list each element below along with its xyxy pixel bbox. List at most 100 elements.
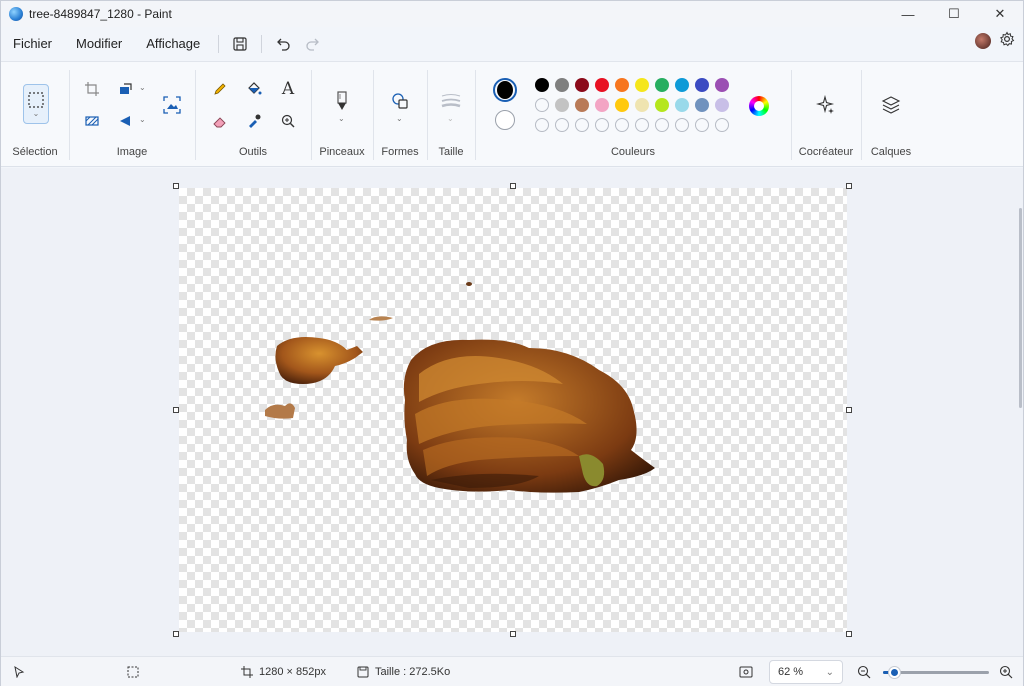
fill-bucket-icon[interactable] — [241, 76, 267, 102]
resize-handle[interactable] — [510, 631, 516, 637]
group-label-pinceaux: Pinceaux — [319, 146, 365, 158]
color-swatch[interactable] — [535, 78, 549, 92]
brush-icon[interactable] — [329, 88, 355, 114]
layers-icon[interactable] — [878, 92, 904, 118]
magnifier-icon[interactable] — [275, 108, 301, 134]
vertical-scrollbar[interactable] — [1019, 208, 1022, 408]
fit-to-window-icon[interactable] — [739, 657, 753, 686]
group-label-outils: Outils — [238, 146, 268, 158]
color-swatch[interactable] — [555, 98, 569, 112]
group-pinceaux[interactable]: ⌄ Pinceaux — [311, 62, 373, 168]
cursor-position-icon — [13, 657, 25, 686]
color-swatch[interactable] — [635, 78, 649, 92]
menu-modifier[interactable]: Modifier — [64, 30, 134, 58]
color-swatch[interactable] — [695, 98, 709, 112]
text-tool-icon[interactable]: A — [275, 76, 301, 102]
resize-handle[interactable] — [846, 407, 852, 413]
shapes-icon[interactable] — [387, 88, 413, 114]
menu-affichage[interactable]: Affichage — [134, 30, 212, 58]
flip-icon[interactable] — [113, 108, 139, 134]
color-swatch[interactable] — [555, 78, 569, 92]
secondary-color-selector[interactable] — [495, 110, 515, 130]
group-formes[interactable]: ⌄ Formes — [373, 62, 427, 168]
color-swatch[interactable] — [655, 98, 669, 112]
custom-color-slot[interactable] — [535, 118, 549, 132]
group-taille[interactable]: ⌄ Taille — [427, 62, 475, 168]
resize-handle[interactable] — [846, 631, 852, 637]
mushroom-left — [275, 337, 363, 384]
eraser-icon[interactable] — [207, 108, 233, 134]
edit-colors-icon[interactable] — [749, 96, 769, 116]
account-avatar[interactable] — [975, 32, 991, 49]
stroke-size-icon[interactable] — [438, 88, 464, 114]
color-picker-icon[interactable] — [241, 108, 267, 134]
chevron-down-icon[interactable]: ⌄ — [139, 83, 146, 92]
menu-fichier[interactable]: Fichier — [1, 30, 64, 58]
settings-gear-icon[interactable] — [999, 31, 1015, 50]
paint-window: tree-8489847_1280 - Paint — ☐ ✕ Fichier … — [0, 0, 1024, 686]
color-swatch[interactable] — [675, 98, 689, 112]
resize-icon[interactable] — [113, 76, 139, 102]
group-selection: ⌄ Sélection — [1, 62, 69, 168]
undo-icon[interactable] — [268, 30, 298, 58]
chevron-down-icon: ⌄ — [32, 108, 40, 118]
resize-handle[interactable] — [173, 407, 179, 413]
custom-color-slot[interactable] — [695, 118, 709, 132]
group-calques[interactable]: Calques — [861, 62, 921, 168]
resize-handle[interactable] — [173, 183, 179, 189]
color-swatch[interactable] — [675, 78, 689, 92]
maximize-button[interactable]: ☐ — [931, 1, 977, 27]
close-button[interactable]: ✕ — [977, 1, 1023, 27]
color-swatch[interactable] — [715, 98, 729, 112]
color-swatch[interactable] — [635, 98, 649, 112]
resize-handle[interactable] — [846, 183, 852, 189]
select-transparent-icon[interactable] — [79, 108, 105, 134]
pencil-icon[interactable] — [207, 76, 233, 102]
zoom-in-icon[interactable] — [999, 657, 1013, 686]
image-select-icon[interactable] — [159, 92, 185, 118]
group-label-formes: Formes — [381, 146, 419, 158]
crop-icon[interactable] — [79, 76, 105, 102]
color-swatch[interactable] — [695, 78, 709, 92]
mushroom-cluster — [403, 339, 655, 493]
zoom-level-dropdown[interactable]: 62 % ⌄ — [769, 660, 843, 684]
color-swatch[interactable] — [715, 78, 729, 92]
color-swatch[interactable] — [655, 78, 669, 92]
custom-color-slot[interactable] — [655, 118, 669, 132]
color-swatch[interactable] — [615, 98, 629, 112]
sparkle-icon[interactable] — [813, 92, 839, 118]
custom-color-slot[interactable] — [575, 118, 589, 132]
color-swatch[interactable] — [575, 78, 589, 92]
title-bar: tree-8489847_1280 - Paint — ☐ ✕ — [1, 1, 1023, 27]
mushroom-fleck — [466, 282, 472, 286]
minimize-button[interactable]: — — [885, 1, 931, 27]
ribbon: ⌄ Sélection ⌄ ⌄ Image A Outils ⌄ Pinceau… — [1, 61, 1023, 167]
rectangle-select-button[interactable]: ⌄ — [23, 84, 49, 124]
color-swatch[interactable] — [595, 98, 609, 112]
custom-color-slot[interactable] — [675, 118, 689, 132]
group-cocreateur[interactable]: Cocréateur — [791, 62, 861, 168]
group-image: ⌄ ⌄ Image — [69, 62, 195, 168]
color-swatch[interactable] — [615, 78, 629, 92]
custom-color-slot[interactable] — [555, 118, 569, 132]
color-swatch[interactable] — [595, 78, 609, 92]
save-icon[interactable] — [225, 30, 255, 58]
zoom-slider[interactable] — [883, 666, 989, 679]
color-swatch[interactable] — [575, 98, 589, 112]
custom-color-slot[interactable] — [635, 118, 649, 132]
save-icon — [357, 666, 369, 678]
group-label-selection: Sélection — [12, 146, 58, 158]
zoom-slider-thumb[interactable] — [887, 666, 901, 679]
resize-handle[interactable] — [510, 183, 516, 189]
color-swatch[interactable] — [535, 98, 549, 112]
resize-handle[interactable] — [173, 631, 179, 637]
primary-color-selector[interactable] — [493, 78, 517, 102]
custom-color-slot[interactable] — [595, 118, 609, 132]
zoom-out-icon[interactable] — [857, 657, 871, 686]
chevron-down-icon[interactable]: ⌄ — [139, 115, 146, 124]
redo-icon[interactable] — [298, 30, 328, 58]
chevron-down-icon: ⌄ — [825, 666, 834, 678]
drawing-canvas[interactable] — [179, 188, 847, 632]
custom-color-slot[interactable] — [715, 118, 729, 132]
custom-color-slot[interactable] — [615, 118, 629, 132]
